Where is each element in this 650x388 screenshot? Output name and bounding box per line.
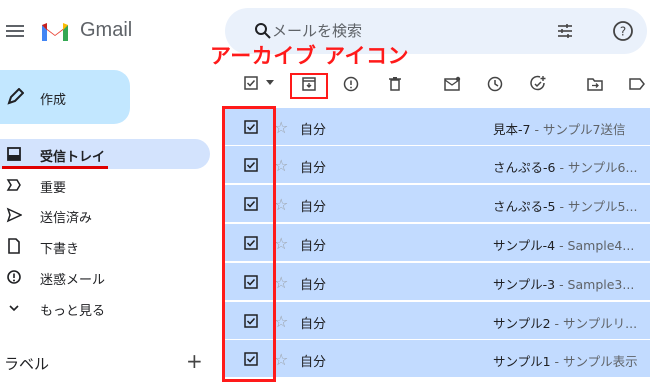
star-icon[interactable]: ☆ bbox=[274, 156, 288, 175]
email-sender: 自分 bbox=[300, 355, 327, 370]
svg-text:?: ? bbox=[620, 25, 626, 39]
snooze-icon[interactable] bbox=[486, 75, 504, 93]
report-spam-icon[interactable] bbox=[342, 75, 360, 93]
email-row[interactable]: ☆ 自分 さんぷる-6 - サンプル6... bbox=[225, 146, 650, 184]
star-icon[interactable]: ☆ bbox=[274, 195, 288, 214]
email-sender: 自分 bbox=[300, 317, 327, 332]
help-icon[interactable]: ? bbox=[612, 20, 634, 42]
email-subject-line: さんぷる-5 - サンプル5... bbox=[493, 196, 650, 215]
email-snippet: - サンプル5... bbox=[555, 199, 638, 214]
email-subject: サンプル2 bbox=[493, 316, 551, 331]
label-important-icon bbox=[6, 179, 21, 191]
send-icon bbox=[6, 207, 22, 223]
sidebar-item-spam[interactable]: 迷惑メール bbox=[0, 262, 210, 292]
search-input[interactable]: メールを検索 bbox=[272, 20, 362, 41]
gmail-logo-icon[interactable] bbox=[40, 19, 70, 43]
sidebar-item-label: もっと見る bbox=[40, 304, 106, 319]
labels-heading: ラベル bbox=[4, 355, 50, 373]
email-snippet: - サンプル7送信 bbox=[530, 122, 626, 137]
select-all-checkbox[interactable] bbox=[244, 76, 258, 90]
email-snippet: - Sample4... bbox=[555, 238, 635, 253]
sidebar-item-label: 迷惑メール bbox=[40, 273, 106, 288]
delete-icon[interactable] bbox=[386, 75, 404, 93]
sidebar-item-inbox[interactable]: 受信トレイ bbox=[0, 139, 210, 169]
select-dropdown-icon[interactable] bbox=[266, 80, 274, 85]
email-sender: 自分 bbox=[300, 123, 327, 138]
sidebar-item-more[interactable]: もっと見る bbox=[0, 293, 210, 323]
star-icon[interactable]: ☆ bbox=[274, 273, 288, 292]
draft-icon bbox=[8, 238, 20, 254]
email-sender: 自分 bbox=[300, 278, 327, 293]
inbox-icon bbox=[7, 147, 21, 161]
compose-label: 作成 bbox=[40, 93, 67, 108]
email-subject: さんぷる-5 bbox=[493, 199, 556, 214]
email-sender: 自分 bbox=[300, 200, 327, 215]
email-subject-line: 見本-7 - サンプル7送信 bbox=[493, 119, 650, 138]
sidebar-item-label: 受信トレイ bbox=[40, 150, 106, 165]
star-icon[interactable]: ☆ bbox=[274, 312, 288, 331]
email-subject: サンプル-3 bbox=[493, 277, 556, 292]
email-row[interactable]: ☆ 自分 さんぷる-5 - サンプル5... bbox=[225, 185, 650, 223]
email-snippet: - サンプル表示 bbox=[550, 354, 638, 369]
add-label-button[interactable]: + bbox=[186, 349, 203, 373]
email-subject: 見本-7 bbox=[493, 122, 531, 137]
email-subject-line: サンプル2 - サンプルリ... bbox=[493, 313, 650, 332]
search-icon[interactable] bbox=[254, 22, 272, 40]
email-subject-line: さんぷる-6 - サンプル6... bbox=[493, 157, 650, 176]
sidebar-item-label: 下書き bbox=[40, 242, 80, 257]
label-icon[interactable] bbox=[628, 75, 646, 93]
sidebar-item-label: 重要 bbox=[40, 181, 67, 196]
email-sender: 自分 bbox=[300, 239, 327, 254]
email-subject: さんぷる-6 bbox=[493, 160, 556, 175]
annotation-title: アーカイブ アイコン bbox=[210, 44, 410, 68]
menu-icon[interactable] bbox=[6, 22, 24, 40]
mark-unread-icon[interactable] bbox=[443, 75, 461, 93]
sidebar-item-sent[interactable]: 送信済み bbox=[0, 200, 210, 230]
star-icon[interactable]: ☆ bbox=[274, 350, 288, 369]
email-row[interactable]: ☆ 自分 サンプル1 - サンプル表示 bbox=[225, 340, 650, 378]
add-task-icon[interactable] bbox=[529, 75, 547, 93]
star-icon[interactable]: ☆ bbox=[274, 118, 288, 137]
email-sender: 自分 bbox=[300, 161, 327, 176]
annotation-box-checkboxes bbox=[222, 106, 276, 382]
email-subject: サンプル1 bbox=[493, 354, 551, 369]
email-snippet: - サンプルリ... bbox=[550, 316, 638, 331]
email-subject-line: サンプル-4 - Sample4... bbox=[493, 235, 650, 254]
annotation-box-archive bbox=[290, 73, 328, 99]
move-to-icon[interactable] bbox=[586, 75, 604, 93]
email-snippet: - Sample3... bbox=[555, 277, 635, 292]
email-subject-line: サンプル-3 - Sample3... bbox=[493, 274, 650, 293]
email-row[interactable]: ☆ 自分 サンプル-4 - Sample4... bbox=[225, 224, 650, 262]
email-subject: サンプル-4 bbox=[493, 238, 556, 253]
sidebar-item-label: 送信済み bbox=[40, 211, 93, 226]
tune-icon[interactable] bbox=[556, 22, 574, 40]
gmail-brand: Gmail bbox=[80, 19, 133, 41]
spam-icon bbox=[7, 270, 21, 284]
sidebar-item-drafts[interactable]: 下書き bbox=[0, 231, 210, 261]
email-subject-line: サンプル1 - サンプル表示 bbox=[493, 351, 650, 370]
email-row[interactable]: ☆ 自分 見本-7 - サンプル7送信 bbox=[225, 108, 650, 146]
email-row[interactable]: ☆ 自分 サンプル-3 - Sample3... bbox=[225, 263, 650, 301]
star-icon[interactable]: ☆ bbox=[274, 234, 288, 253]
sidebar-item-important[interactable]: 重要 bbox=[0, 170, 210, 200]
pencil-icon bbox=[7, 88, 24, 105]
annotation-underline bbox=[2, 166, 108, 169]
chevron-down-icon bbox=[9, 305, 19, 312]
email-snippet: - サンプル6... bbox=[555, 160, 638, 175]
email-row[interactable]: ☆ 自分 サンプル2 - サンプルリ... bbox=[225, 302, 650, 340]
